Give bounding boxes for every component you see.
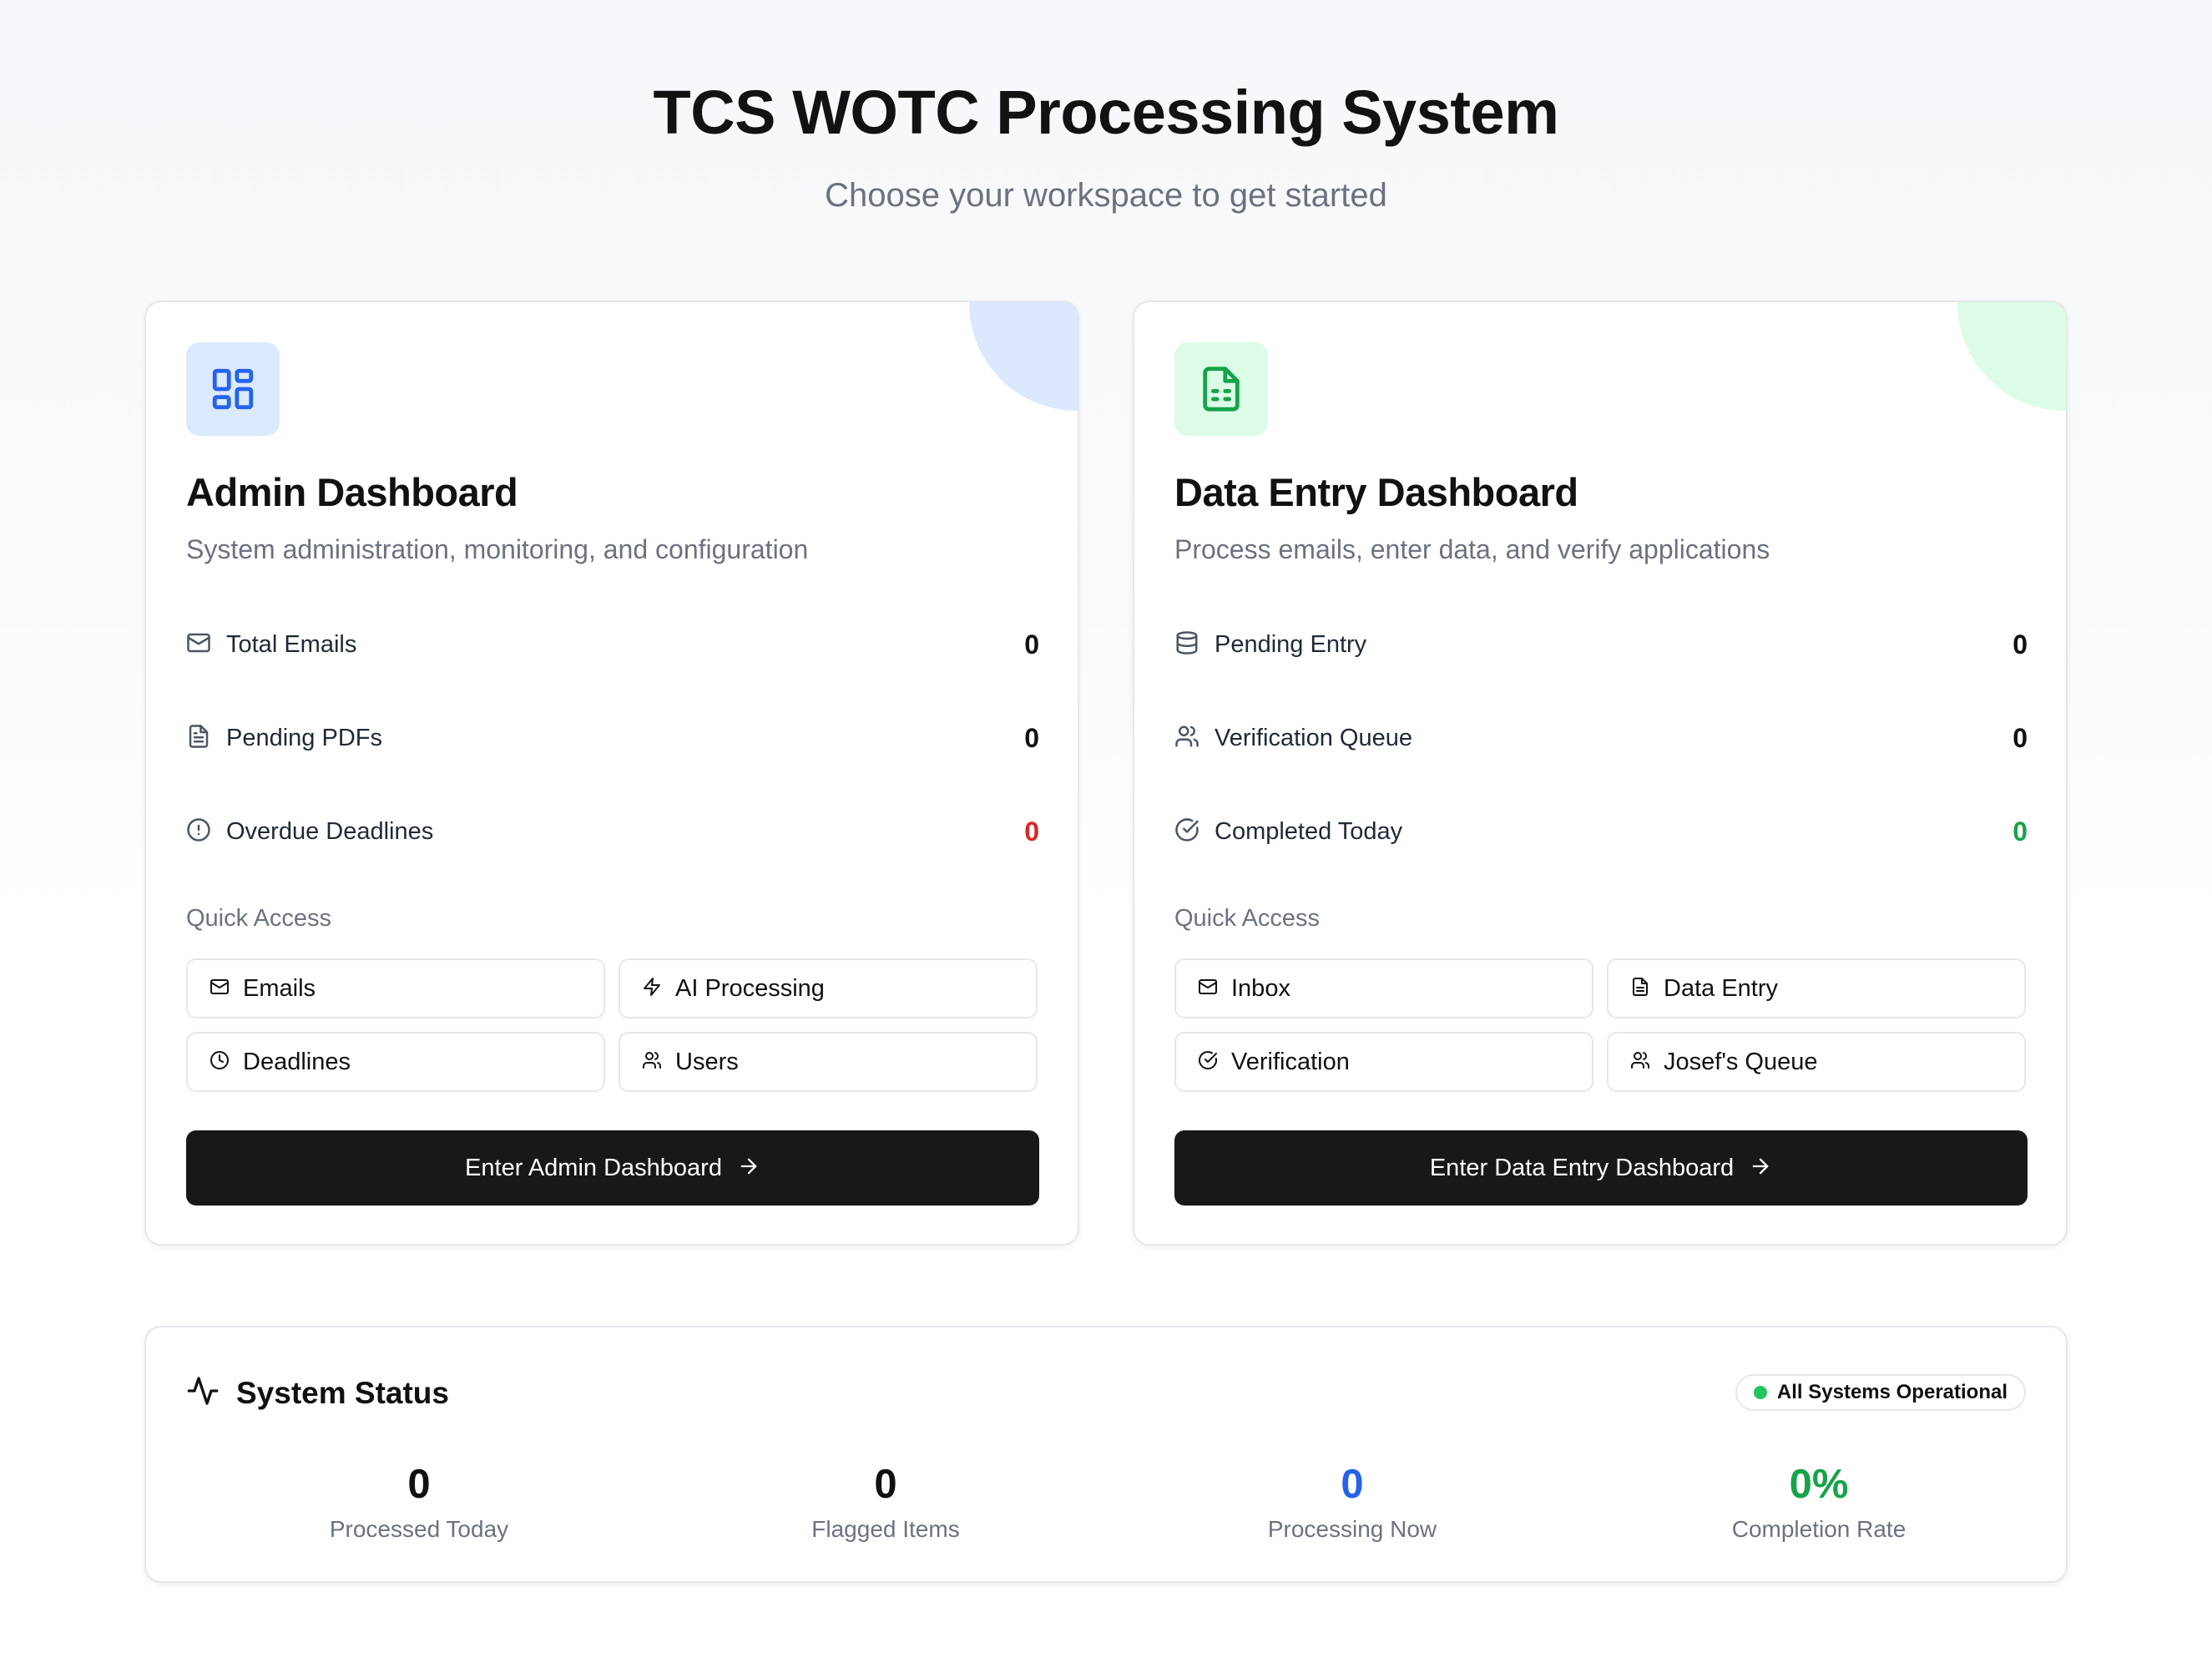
alert-circle-icon (186, 817, 211, 847)
card-title: Admin Dashboard (186, 470, 518, 514)
button-label: Enter Data Entry Dashboard (1429, 1154, 1735, 1181)
quick-access-deadlines-button[interactable]: Deadlines (186, 1032, 605, 1092)
file-spreadsheet-icon (1174, 342, 1268, 436)
admin-dashboard-card[interactable]: Admin Dashboard System administration, m… (144, 301, 1079, 1246)
users-icon (642, 1050, 662, 1074)
stat-value: 0 (2013, 629, 2028, 660)
button-label: Enter Admin Dashboard (465, 1154, 722, 1181)
stat-label: Verification Queue (1215, 724, 1412, 751)
metric-label: Completion Rate (1731, 1516, 1906, 1542)
system-status-title: System Status (236, 1375, 449, 1410)
landing-page: TCS WOTC Processing System Choose your w… (0, 0, 2212, 1663)
metric-value: 0 (1341, 1462, 1364, 1507)
stat-row-pending-entry: Pending Entry 0 (1174, 624, 2028, 665)
status-dot (1753, 1386, 1767, 1399)
check-circle-icon (1174, 817, 1199, 847)
quick-access-emails-button[interactable]: Emails (186, 958, 605, 1019)
enter-data-entry-dashboard-button[interactable]: Enter Data Entry Dashboard (1174, 1130, 2028, 1206)
users-icon (1630, 1050, 1650, 1074)
metric-flagged-items: 0 Flagged Items (653, 1459, 1119, 1543)
card-corner-decoration (1957, 302, 2066, 411)
stat-value: 0 (2013, 722, 2028, 753)
stat-label: Completed Today (1215, 817, 1403, 845)
metric-label: Flagged Items (811, 1516, 960, 1542)
users-icon (1174, 724, 1199, 753)
stat-row-completed-today: Completed Today 0 (1174, 811, 2028, 852)
quick-access-data-entry-button[interactable]: Data Entry (1607, 958, 2026, 1019)
metric-value: 0 (407, 1462, 431, 1507)
metric-label: Processing Now (1267, 1516, 1437, 1542)
quick-access-users-button[interactable]: Users (619, 1032, 1038, 1092)
metric-completion-rate: 0% Completion Rate (1586, 1459, 2052, 1543)
file-text-icon (1630, 977, 1650, 1001)
quick-access-verification-button[interactable]: Verification (1174, 1032, 1593, 1092)
stat-value: 0 (2013, 816, 2028, 847)
card-corner-decoration (969, 302, 1078, 411)
stat-value: 0 (1024, 629, 1039, 660)
enter-admin-dashboard-button[interactable]: Enter Admin Dashboard (186, 1130, 1039, 1206)
page-subtitle: Choose your workspace to get started (825, 177, 1387, 214)
quick-access-inbox-button[interactable]: Inbox (1174, 958, 1593, 1019)
status-badge: All Systems Operational (1735, 1374, 2026, 1411)
stat-row-verification-queue: Verification Queue 0 (1174, 717, 2028, 759)
file-text-icon (186, 724, 211, 753)
data-entry-dashboard-card[interactable]: Data Entry Dashboard Process emails, ent… (1133, 301, 2068, 1246)
page-title: TCS WOTC Processing System (653, 78, 1559, 147)
quick-access-label: Quick Access (186, 905, 332, 932)
button-label: Data Entry (1664, 974, 1778, 1002)
stat-row-pending-pdfs: Pending PDFs 0 (186, 717, 1039, 759)
metric-label: Processed Today (329, 1516, 509, 1542)
database-icon (1174, 630, 1199, 660)
button-label: Emails (243, 974, 316, 1002)
card-title: Data Entry Dashboard (1174, 470, 1578, 514)
zap-icon (642, 977, 662, 1001)
card-description: Process emails, enter data, and verify a… (1174, 534, 1770, 564)
stat-row-overdue-deadlines: Overdue Deadlines 0 (186, 811, 1039, 852)
arrow-right-icon (1749, 1155, 1772, 1182)
quick-access-josefs-queue-button[interactable]: Josef's Queue (1607, 1032, 2026, 1092)
metric-processing-now: 0 Processing Now (1119, 1459, 1585, 1543)
button-label: Users (675, 1048, 739, 1075)
stat-label: Pending PDFs (226, 724, 382, 751)
button-label: Deadlines (243, 1048, 351, 1075)
stat-label: Pending Entry (1215, 630, 1367, 658)
button-label: Inbox (1231, 974, 1290, 1002)
check-circle-icon (1198, 1050, 1218, 1074)
button-label: AI Processing (675, 974, 825, 1002)
quick-access-label: Quick Access (1174, 905, 1321, 932)
system-status-card: System Status All Systems Operational 0 … (144, 1326, 2068, 1583)
status-badge-label: All Systems Operational (1776, 1381, 2007, 1403)
arrow-right-icon (737, 1155, 760, 1182)
stat-row-total-emails: Total Emails 0 (186, 624, 1039, 665)
button-label: Verification (1231, 1048, 1350, 1075)
stat-value: 0 (1024, 816, 1039, 847)
mail-icon (210, 977, 230, 1001)
mail-icon (186, 630, 211, 660)
stat-value: 0 (1024, 722, 1039, 753)
clock-icon (210, 1050, 230, 1074)
button-label: Josef's Queue (1664, 1048, 1818, 1075)
stat-label: Overdue Deadlines (226, 817, 434, 845)
mail-icon (1198, 977, 1218, 1001)
metric-value: 0% (1789, 1462, 1849, 1507)
activity-icon (186, 1374, 220, 1412)
metric-value: 0 (874, 1462, 897, 1507)
system-status-header: System Status (186, 1374, 449, 1412)
layout-dashboard-icon (186, 342, 280, 436)
quick-access-ai-processing-button[interactable]: AI Processing (619, 958, 1038, 1019)
card-description: System administration, monitoring, and c… (186, 534, 809, 564)
stat-label: Total Emails (226, 630, 357, 658)
metric-processed-today: 0 Processed Today (186, 1459, 652, 1543)
